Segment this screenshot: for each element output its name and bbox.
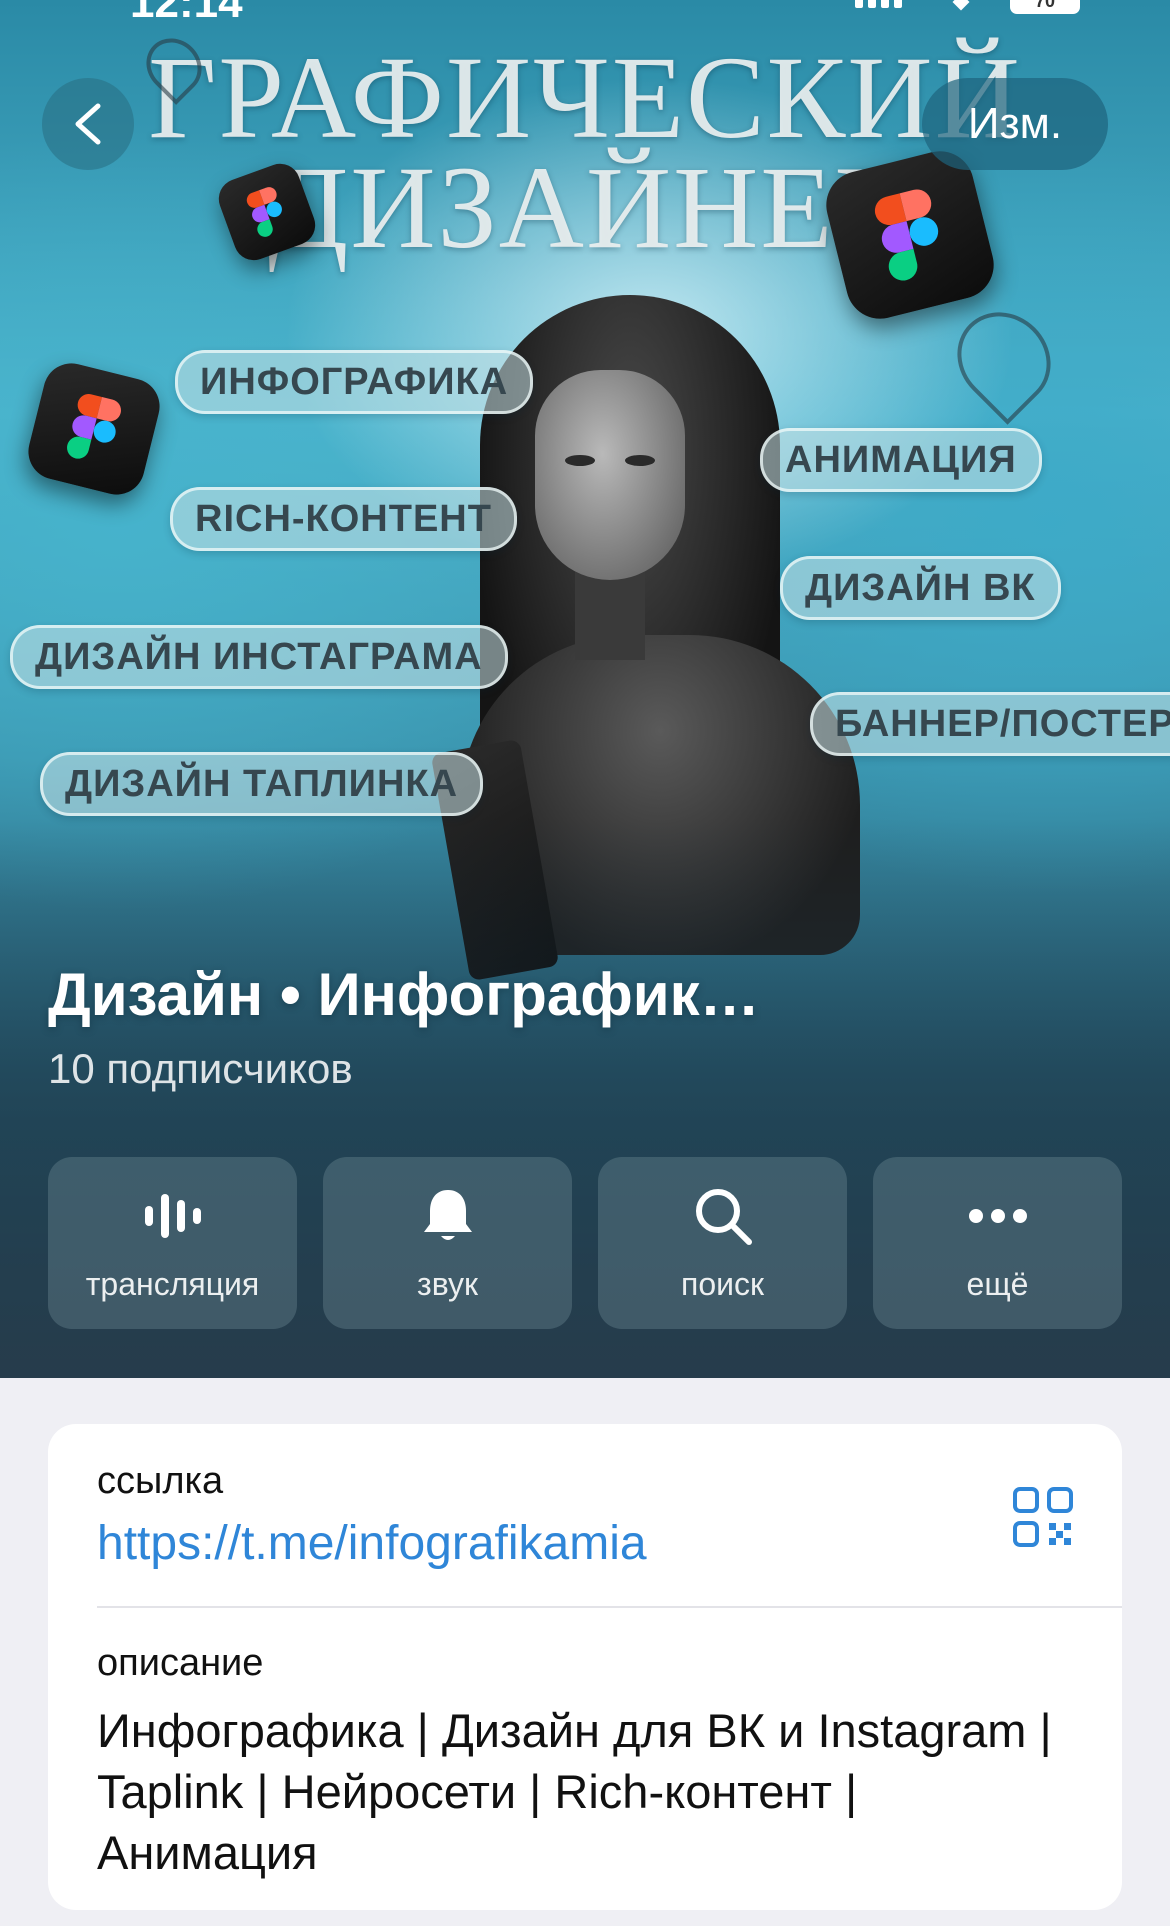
- link-caption: ссылка: [97, 1460, 224, 1502]
- broadcast-button[interactable]: трансляция: [48, 1157, 297, 1329]
- status-bar: 12:14 70: [0, 0, 1170, 27]
- channel-description: Инфографика | Дизайн для ВК и Instagram …: [97, 1704, 1052, 1879]
- description-caption: описание: [97, 1642, 264, 1684]
- action-label: звук: [417, 1265, 478, 1302]
- action-row: трансляция звук поиск ещё: [48, 1157, 1122, 1329]
- bell-icon: [423, 1189, 472, 1240]
- status-time: 12:14: [130, 0, 243, 27]
- battery-level: 70: [1034, 0, 1056, 11]
- chevron-left-icon: [75, 103, 101, 145]
- more-button[interactable]: ещё: [873, 1157, 1122, 1329]
- poster-tag: ДИЗАЙН ИНСТАГРАМА: [10, 625, 508, 689]
- edit-button[interactable]: Изм.: [922, 78, 1108, 170]
- qr-code-icon[interactable]: [1012, 1486, 1074, 1548]
- channel-header-cover: 12:14 70 ГРАФИЧЕСКИЙ ДИЗАЙНЕР ИНФОГРАФИК…: [0, 0, 1170, 1378]
- action-label: ещё: [966, 1265, 1029, 1302]
- broadcast-icon: [144, 1193, 201, 1238]
- poster-tag: БАННЕР/ПОСТЕР: [810, 692, 1170, 756]
- poster-tag: ДИЗАЙН ВК: [780, 556, 1061, 620]
- channel-info-card: ссылка https://t.me/infografikamia описа…: [48, 1424, 1122, 1910]
- action-label: трансляция: [85, 1265, 260, 1302]
- search-icon: [695, 1188, 752, 1245]
- back-button[interactable]: [42, 78, 134, 170]
- poster-tag: ИНФОГРАФИКА: [175, 350, 534, 414]
- subscriber-count: 10 подписчиков: [48, 1045, 353, 1092]
- search-button[interactable]: поиск: [598, 1157, 847, 1329]
- channel-link[interactable]: https://t.me/infografikamia: [97, 1516, 647, 1571]
- more-icon: [968, 1208, 1027, 1223]
- sound-button[interactable]: звук: [323, 1157, 572, 1329]
- heart-doodle-icon: [938, 293, 1070, 425]
- action-label: поиск: [681, 1265, 764, 1302]
- wifi-icon: [952, 0, 970, 11]
- battery-icon: 70: [1010, 0, 1080, 14]
- poster-tag: ДИЗАЙН ТАПЛИНКА: [40, 752, 484, 816]
- divider: [97, 1606, 1122, 1608]
- figma-app-icon: [22, 357, 166, 501]
- poster-tag: АНИМАЦИЯ: [760, 428, 1042, 492]
- channel-title: Дизайн • Инфографик…: [48, 961, 760, 1028]
- cellular-signal-icon: [855, 0, 902, 8]
- poster-tag: RICH-КОНТЕНТ: [170, 487, 517, 551]
